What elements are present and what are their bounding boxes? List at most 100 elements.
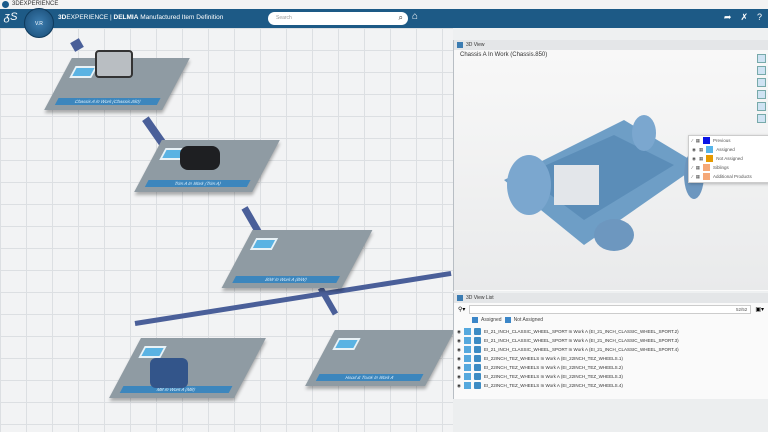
legend-row[interactable]: ◉ ▦ Assigned — [689, 145, 768, 154]
chassis-thumbnail — [95, 50, 133, 78]
tag-icon[interactable]: ⌂ — [412, 11, 418, 22]
status-swatch — [463, 337, 471, 344]
legend-swatch — [703, 164, 711, 171]
legend-row[interactable]: ⁄ ▦ Additional Products — [689, 172, 768, 181]
trim-thumbnail — [180, 146, 220, 170]
view-tool-button[interactable] — [757, 54, 766, 63]
tools-icon[interactable]: ✗ — [740, 12, 748, 23]
eye-icon[interactable]: ◉ — [692, 147, 696, 153]
search-input[interactable]: Search ⌕ — [268, 12, 408, 25]
3d-view-tab[interactable]: 3D View — [454, 40, 768, 50]
not-assigned-label: Not Assigned — [513, 317, 544, 323]
legend-swatch — [703, 173, 711, 180]
legend-row[interactable]: ◉ ▦ Not Assigned — [689, 154, 768, 163]
item-label: EI_21_INCH_CLASSIC_WHEEL_SPORT In Work A… — [483, 347, 679, 352]
window-title: 3DEXPERIENCE — [12, 1, 59, 7]
list-item[interactable]: ◉ EI_22INCH_TEZ_WHEELS In Work A (EI_22IN… — [454, 363, 768, 372]
eye-off-icon[interactable]: ⁄ — [692, 165, 693, 170]
list-item[interactable]: ◉ EI_22INCH_TEZ_WHEELS In Work A (EI_22IN… — [454, 372, 768, 381]
product-icon — [473, 382, 481, 389]
legend-label: Previous — [713, 138, 731, 143]
list-tab-label: 3D View List — [466, 295, 494, 301]
assigned-label: Assigned — [481, 317, 502, 323]
list-item[interactable]: ◉ EI_22INCH_TEZ_WHEELS In Work A (EI_22IN… — [454, 354, 768, 363]
display-options-button[interactable]: ▣▾ — [755, 306, 764, 313]
item-label: EI_22INCH_TEZ_WHEELS In Work A (EI_22INC… — [483, 356, 623, 361]
list-item[interactable]: ◉ EI_21_INCH_CLASSIC_WHEEL_SPORT In Work … — [454, 345, 768, 354]
3d-view-tab-label: 3D View — [466, 42, 485, 48]
product-icon — [249, 238, 279, 250]
status-swatch — [463, 382, 471, 389]
status-swatch — [463, 355, 471, 362]
eye-icon[interactable]: ◉ — [692, 156, 696, 162]
list-icon — [457, 295, 463, 301]
product-icon — [332, 338, 361, 350]
product-icon — [473, 337, 481, 344]
list-item[interactable]: ◉ EI_21_INCH_CLASSIC_WHEEL_SPORT In Work … — [454, 336, 768, 345]
color-legend: ⁄ ▦ Previous ◉ ▦ Assigned ◉ ▦ Not Assigned ⁄ ▦ S… — [688, 135, 768, 183]
settings-icon[interactable] — [757, 114, 766, 123]
eye-icon[interactable]: ◉ — [457, 374, 461, 380]
3d-view-list-panel: 3D View List ⚲▾ 52/52 ▣▾ Assigned Not Assig… — [453, 293, 768, 399]
item-label: EI_21_INCH_CLASSIC_WHEEL_SPORT In Work A… — [483, 329, 679, 334]
legend-row[interactable]: ⁄ ▦ Previous — [689, 136, 768, 145]
filter-dropdown-icon[interactable]: ⚲▾ — [458, 306, 465, 313]
search-placeholder: Search — [276, 15, 292, 21]
item-label: EI_22INCH_TEZ_WHEELS In Work A (EI_22INC… — [483, 383, 623, 388]
product-icon — [69, 66, 98, 78]
chassis-3d-model — [504, 115, 704, 251]
eye-icon[interactable]: ◉ — [457, 338, 461, 344]
list-item[interactable]: ◉ EI_22INCH_TEZ_WHEELS In Work A (EI_22IN… — [454, 381, 768, 390]
grid-check-icon: ▦ — [695, 173, 701, 179]
eye-icon[interactable]: ◉ — [457, 365, 461, 371]
node-label: Chassis A In Work (Chassis.850) — [54, 98, 161, 105]
list-filter-input[interactable]: 52/52 — [469, 304, 752, 314]
view-tool-button[interactable] — [757, 66, 766, 75]
flow-arrow — [70, 38, 84, 52]
eye-off-icon[interactable]: ⁄ — [692, 174, 693, 179]
share-icon[interactable]: ➦ — [724, 12, 732, 23]
legend-label: Not Assigned — [716, 156, 743, 161]
grid-check-icon: ▦ — [698, 146, 704, 152]
not-assigned-checkbox[interactable] — [504, 317, 511, 323]
3d-viewport[interactable]: Chassis A In Work (Chassis.850) ⁄ ▦ Previo… — [454, 50, 768, 290]
node-hood-trunk[interactable]: Hood & Trunk In Work A — [305, 330, 453, 386]
grid-check-icon: ▦ — [695, 137, 701, 143]
3d-view-title: Chassis A In Work (Chassis.850) — [460, 52, 548, 58]
legend-label: Assigned — [716, 147, 735, 152]
search-icon[interactable]: ⌕ — [399, 13, 403, 23]
3d-view-list-tab[interactable]: 3D View List — [454, 293, 768, 303]
legend-swatch — [706, 155, 714, 162]
fit-all-icon[interactable] — [757, 78, 766, 87]
legend-label: Siblings — [713, 165, 729, 170]
color-icon[interactable] — [757, 90, 766, 99]
eye-icon[interactable]: ◉ — [457, 329, 461, 335]
eye-icon[interactable]: ◉ — [457, 383, 461, 389]
top-bar: ᵹS V.R 3DEXPERIENCE | DELMIA Manufacture… — [0, 8, 768, 38]
list-item[interactable]: ◉ EI_21_INCH_CLASSIC_WHEEL_SPORT In Work … — [454, 327, 768, 336]
assigned-checkbox[interactable] — [472, 317, 478, 323]
node-biw[interactable]: BiW In Work A (BiW) — [221, 230, 373, 288]
node-label: BiW In Work A (BiW) — [232, 276, 340, 283]
3d-view-panel: 3D View Chassis A In Work (Chassis.850) … — [453, 40, 768, 291]
filter-icon[interactable] — [757, 102, 766, 111]
node-label: Trim A In Work (Trim A) — [144, 180, 251, 187]
product-icon — [473, 364, 481, 371]
product-icon — [473, 355, 481, 362]
legend-row[interactable]: ⁄ ▦ Siblings — [689, 163, 768, 172]
compass-button[interactable]: V.R — [24, 8, 54, 38]
status-swatch — [463, 346, 471, 353]
item-label: EI_22INCH_TEZ_WHEELS In Work A (EI_22INC… — [483, 374, 623, 379]
3ds-logo-icon[interactable]: ᵹS — [4, 11, 17, 23]
status-swatch — [463, 364, 471, 371]
process-canvas[interactable]: Chassis A In Work (Chassis.850) Trim A I… — [0, 28, 453, 432]
eye-icon[interactable]: ◉ — [457, 356, 461, 362]
status-swatch — [463, 373, 471, 380]
product-icon — [473, 373, 481, 380]
help-icon[interactable]: ? — [757, 12, 762, 23]
product-icon — [473, 346, 481, 353]
3d-view-icon — [457, 42, 463, 48]
eye-off-icon[interactable]: ⁄ — [692, 138, 693, 143]
app-icon — [2, 1, 9, 8]
eye-icon[interactable]: ◉ — [457, 347, 461, 353]
